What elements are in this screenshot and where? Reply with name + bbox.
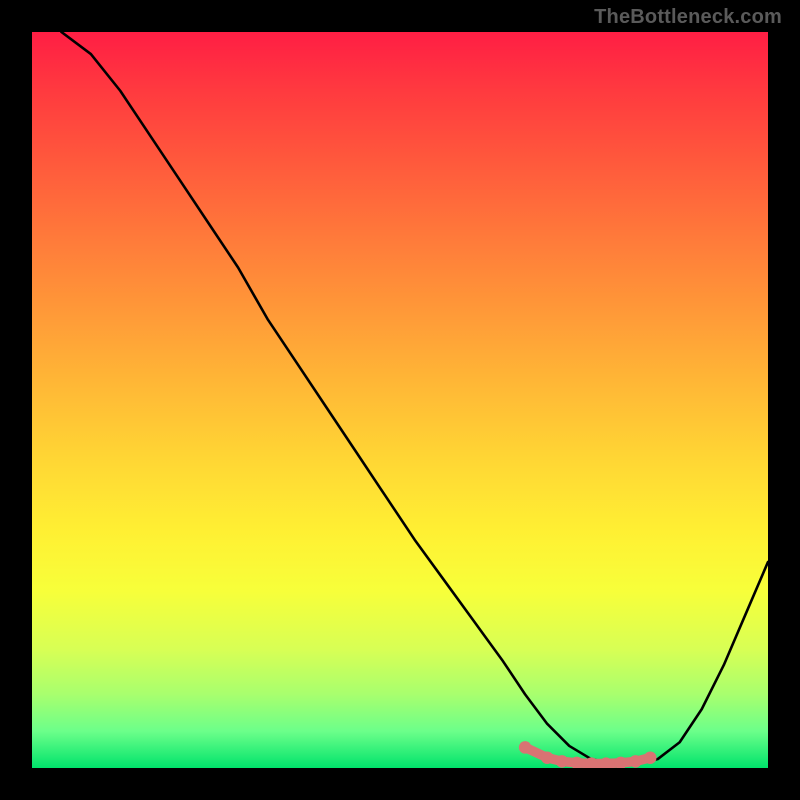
bottleneck-curve [61, 32, 768, 764]
marker-dot [629, 755, 642, 768]
marker-dot [644, 751, 657, 764]
marker-dot [556, 755, 569, 768]
watermark-label: TheBottleneck.com [594, 6, 782, 29]
chart-frame: TheBottleneck.com [0, 0, 800, 800]
optimal-range-markers [519, 741, 657, 768]
marker-dot [519, 741, 532, 754]
plot-area [32, 32, 768, 768]
curve-svg [32, 32, 768, 768]
marker-dot [541, 751, 554, 764]
